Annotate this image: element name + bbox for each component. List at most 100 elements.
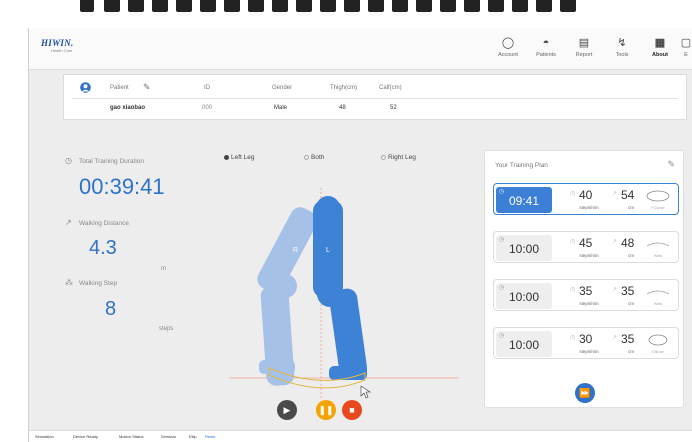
speed-value: 45: [579, 236, 593, 250]
speed-icon: ◷: [570, 287, 576, 293]
gait-shape: Walk: [644, 237, 672, 259]
both-legs-option[interactable]: Both: [304, 154, 324, 161]
right-leg-shape: [257, 207, 318, 386]
plan-time-box: ◷ 10:00: [496, 283, 552, 309]
nav-report[interactable]: ▤ Report: [565, 32, 603, 58]
both-legs-radio[interactable]: [304, 154, 309, 160]
plan-time: 09:41: [508, 194, 540, 208]
plan-title: Your Training Plan: [495, 162, 548, 169]
distance-label: Walking Distance: [79, 220, 129, 227]
speed-unit: steps/min: [579, 205, 599, 210]
stop-button[interactable]: ■: [342, 400, 362, 420]
right-leg-marker: R: [293, 247, 298, 254]
plan-row[interactable]: ◷ 10:00 ◷ 35 steps/min ↗ 35 cm Walk: [493, 279, 679, 311]
nav-tools[interactable]: ↯ Tools: [603, 32, 641, 58]
play-icon: ▶: [283, 405, 291, 415]
stop-icon: ■: [349, 405, 355, 415]
step-label: Walking Step: [79, 280, 118, 287]
patient-divider: [72, 98, 678, 99]
app-window: HIWIN. Health Care ◯ Account ◓ Patients …: [28, 28, 692, 442]
edit-plan-icon[interactable]: ✎: [667, 159, 675, 170]
ellipse-gait-icon: [648, 334, 668, 346]
gait-shape-label: FClipse: [651, 205, 665, 210]
duration-value: 00:39:41: [79, 174, 165, 199]
footer-item[interactable]: Reset: [205, 434, 215, 439]
gender-header: Gender: [272, 85, 293, 91]
leg-exoskeleton-figure: R L: [229, 188, 459, 400]
gait-shape: Ellipse: [644, 333, 672, 355]
both-legs-label: Both: [311, 154, 325, 161]
exit-icon: ▢: [680, 37, 692, 49]
nav-account-label: Account: [498, 52, 518, 58]
nav-about-label: About: [652, 52, 668, 58]
patient-avatar-icon: [80, 82, 91, 93]
nav-account[interactable]: ◯ Account: [489, 32, 527, 58]
tools-icon: ↯: [617, 37, 627, 49]
right-leg-option[interactable]: Right Leg: [381, 154, 416, 161]
plan-time: 10:00: [508, 338, 540, 352]
about-icon: ▦: [654, 37, 666, 49]
left-leg-option[interactable]: Left Leg: [224, 154, 255, 161]
patient-name: gao xiaobao: [110, 105, 146, 111]
speed-unit: steps/min: [579, 349, 599, 354]
gait-shape: FClipse: [644, 189, 672, 211]
clock-icon: ◷: [65, 156, 72, 165]
plan-row[interactable]: ◷ 09:41 ◷ 40 steps/min ↗ 54 cm FClipse: [493, 183, 679, 215]
speed-icon: ◷: [570, 239, 576, 245]
speed-icon: ◷: [570, 191, 576, 197]
left-leg-marker: L: [326, 247, 330, 254]
plan-time-box: ◷ 10:00: [496, 235, 552, 261]
next-plan-button[interactable]: ⏩: [575, 383, 595, 403]
mouse-cursor-icon: [360, 385, 371, 399]
gait-shape-label: Ellipse: [652, 349, 664, 354]
speed-value: 35: [579, 284, 593, 298]
footer-item: Ellip: [189, 434, 197, 439]
top-header: HIWIN. Health Care ◯ Account ◓ Patients …: [29, 28, 692, 70]
nav-exit[interactable]: ▢ E: [679, 32, 692, 58]
duration-label: Total Training Duration: [79, 158, 145, 165]
id-header: ID: [204, 85, 210, 91]
nav-about[interactable]: ▦ About: [641, 32, 679, 58]
nav-patients-label: Patients: [536, 52, 556, 58]
distance-icon: ↗: [65, 218, 72, 227]
nav-patients[interactable]: ◓ Patients: [527, 32, 565, 58]
calf-header: Calf(cm): [379, 85, 402, 91]
stride-value: 35: [621, 284, 635, 298]
fast-forward-icon: ⏩: [579, 388, 591, 398]
top-caption-banner: [0, 0, 692, 26]
gait-shape-label: Walk: [653, 301, 663, 306]
logo-subtitle: Health Care: [51, 48, 73, 53]
pause-button[interactable]: ❚❚: [316, 400, 336, 420]
plan-row[interactable]: ◷ 10:00 ◷ 45 steps/min ↗ 48 cm Walk: [493, 231, 679, 263]
status-footer: Simulation Device Ready Motion Status Se…: [29, 430, 692, 442]
right-leg-label: Right Leg: [388, 154, 416, 161]
plan-row[interactable]: ◷ 10:00 ◷ 30 steps/min ↗ 35 cm Ellipse: [493, 327, 679, 359]
stride-icon: ↗: [612, 287, 618, 293]
stride-value: 35: [621, 332, 635, 346]
stride-icon: ↗: [612, 191, 618, 197]
distance-value: 4.3: [89, 237, 117, 259]
stride-value: 48: [621, 236, 635, 250]
right-leg-radio[interactable]: [381, 154, 386, 160]
stride-icon: ↗: [612, 239, 618, 245]
speed-unit: steps/min: [579, 253, 599, 258]
left-leg-label: Left Leg: [231, 154, 255, 161]
speed-icon: ◷: [570, 335, 576, 341]
pause-icon: ❚❚: [318, 405, 334, 415]
speed-value: 30: [579, 332, 593, 346]
walk-gait-icon: [646, 290, 670, 295]
top-nav: ◯ Account ◓ Patients ▤ Report ↯ Tools ▦ …: [489, 32, 692, 58]
gait-shape: Walk: [644, 285, 672, 307]
play-button[interactable]: ▶: [277, 400, 297, 420]
edit-patient-icon[interactable]: ✎: [143, 82, 151, 93]
step-unit: steps: [159, 326, 174, 332]
patient-info-card: Patient ✎ ID Gender Thigh(cm) Calf(cm) g…: [63, 74, 687, 120]
left-leg-radio[interactable]: [224, 154, 229, 160]
footer-item: Motion Status: [119, 434, 144, 439]
footer-item: Seminar: [161, 434, 176, 439]
plan-time: 10:00: [508, 290, 540, 304]
plan-time-box: ◷ 09:41: [496, 187, 552, 213]
footstep-icon: ⁂: [65, 278, 73, 287]
footer-item: Simulation: [35, 434, 54, 439]
speed-unit: steps/min: [579, 301, 599, 306]
